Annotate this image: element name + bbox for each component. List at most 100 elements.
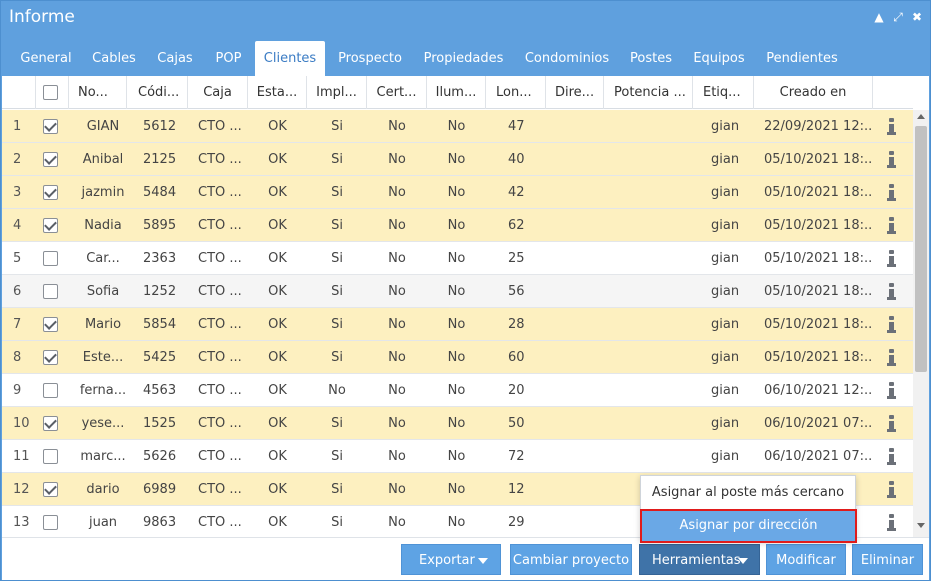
- cell-implementado: Si: [331, 152, 343, 167]
- header-iluminado[interactable]: Ilum...: [427, 76, 486, 109]
- row-checkbox[interactable]: [43, 284, 58, 299]
- herramientas-button[interactable]: Herramientas: [639, 544, 760, 575]
- cambiar-proyecto-button[interactable]: Cambiar proyecto: [510, 544, 632, 575]
- row-checkbox[interactable]: [43, 515, 58, 530]
- cell-creado-en: 06/10/2021 12:...: [764, 383, 873, 398]
- info-icon[interactable]: [887, 349, 896, 366]
- cell-implementado: Si: [331, 119, 343, 134]
- row-checkbox[interactable]: [43, 317, 58, 332]
- header-direccion[interactable]: Dire...: [546, 76, 604, 109]
- grid-scrollbar[interactable]: [913, 110, 929, 537]
- row-checkbox[interactable]: [43, 119, 58, 134]
- exportar-button[interactable]: Exportar: [401, 544, 501, 575]
- tab-bar: General Cables Cajas POP Clientes Prospe…: [1, 41, 930, 76]
- cell-implementado: Si: [331, 416, 343, 431]
- cell-direccion: [546, 242, 604, 275]
- cell-implementado: Si: [331, 350, 343, 365]
- header-creado-en[interactable]: Creado en: [754, 76, 873, 109]
- close-icon[interactable]: ✖: [910, 10, 924, 24]
- table-row[interactable]: 3 jazmin 5484 CTO ... OK Si No No 42 gian 05/10/20…: [2, 176, 913, 209]
- cell-etiqueta: gian: [711, 383, 740, 398]
- table-row[interactable]: 1 GIAN 5612 CTO ... OK Si No No 47 gian 22/09/2021…: [2, 110, 913, 143]
- modificar-button[interactable]: Modificar: [766, 544, 846, 575]
- row-checkbox[interactable]: [43, 251, 58, 266]
- header-caja[interactable]: Caja: [188, 76, 248, 109]
- header-etiqueta[interactable]: Etiq...: [693, 76, 754, 109]
- row-checkbox[interactable]: [43, 185, 58, 200]
- table-row[interactable]: 5 Car... 2363 CTO ... OK Si No No 25 gian 05/10/20…: [2, 242, 913, 275]
- menu-asignar-por-direccion[interactable]: Asignar por dirección: [640, 509, 857, 543]
- cell-direccion: [546, 374, 604, 407]
- cell-iluminado: No: [447, 284, 466, 299]
- info-icon[interactable]: [887, 514, 896, 531]
- info-icon[interactable]: [887, 250, 896, 267]
- collapse-icon[interactable]: ▲: [872, 10, 886, 24]
- table-row[interactable]: 9 ferna... 4563 CTO ... OK No No No 20 gian 06/10/…: [2, 374, 913, 407]
- header-certificado[interactable]: Cert...: [367, 76, 427, 109]
- header-estado[interactable]: Esta...: [248, 76, 307, 109]
- cell-potencia: [604, 275, 693, 308]
- menu-asignar-poste-cercano[interactable]: Asignar al poste más cercano: [641, 477, 855, 509]
- cell-implementado: Si: [331, 515, 343, 530]
- scroll-thumb[interactable]: [915, 126, 927, 372]
- info-icon[interactable]: [887, 481, 896, 498]
- info-icon[interactable]: [887, 448, 896, 465]
- cell-implementado: Si: [331, 185, 343, 200]
- header-nombre[interactable]: No...: [69, 76, 127, 109]
- cell-caja: CTO ...: [198, 350, 242, 365]
- tab-pendientes[interactable]: Pendientes: [759, 41, 845, 76]
- cell-rownum: 1: [13, 119, 22, 134]
- cell-nombre: Mario: [84, 317, 122, 332]
- row-checkbox[interactable]: [43, 449, 58, 464]
- tab-equipos[interactable]: Equipos: [687, 41, 751, 76]
- table-row[interactable]: 7 Mario 5854 CTO ... OK Si No No 28 gian 05/10/202…: [2, 308, 913, 341]
- table-row[interactable]: 6 Sofia 1252 CTO ... OK Si No No 56 gian 05/10/202…: [2, 275, 913, 308]
- header-codigo[interactable]: Códi...: [127, 76, 188, 109]
- tab-condominios[interactable]: Condominios: [517, 41, 617, 76]
- cell-rownum: 4: [13, 218, 22, 233]
- cell-potencia: [604, 110, 693, 143]
- tab-general[interactable]: General: [13, 41, 79, 76]
- table-row[interactable]: 2 Anibal 2125 CTO ... OK Si No No 40 gian 05/10/20…: [2, 143, 913, 176]
- table-row[interactable]: 8 Este... 5425 CTO ... OK Si No No 60 gian 05/10/2…: [2, 341, 913, 374]
- info-icon[interactable]: [887, 151, 896, 168]
- row-checkbox[interactable]: [43, 218, 58, 233]
- tab-cables[interactable]: Cables: [85, 41, 143, 76]
- header-longitud[interactable]: Lon...: [486, 76, 546, 109]
- header-implementado[interactable]: Impl...: [307, 76, 367, 109]
- info-icon[interactable]: [887, 283, 896, 300]
- tab-prospecto[interactable]: Prospecto: [330, 41, 410, 76]
- cell-direccion: [546, 143, 604, 176]
- info-icon[interactable]: [887, 415, 896, 432]
- row-checkbox[interactable]: [43, 152, 58, 167]
- title-bar[interactable]: Informe ▲ ⤢ ✖: [1, 1, 930, 35]
- cell-longitud: 29: [508, 515, 525, 530]
- tab-pop[interactable]: POP: [206, 41, 251, 76]
- table-row[interactable]: 11 marc... 5626 CTO ... OK Si No No 72 gian 06/10/…: [2, 440, 913, 473]
- row-checkbox[interactable]: [43, 416, 58, 431]
- tab-cajas[interactable]: Cajas: [150, 41, 200, 76]
- info-icon[interactable]: [887, 184, 896, 201]
- table-row[interactable]: 4 Nadia 5895 CTO ... OK Si No No 62 gian 05/10/202…: [2, 209, 913, 242]
- row-checkbox[interactable]: [43, 350, 58, 365]
- header-potencia[interactable]: Potencia ...: [604, 76, 693, 109]
- cell-certificado: No: [388, 317, 406, 332]
- eliminar-button[interactable]: Eliminar: [852, 544, 923, 575]
- cell-rownum: 10: [13, 416, 30, 431]
- table-row[interactable]: 10 yese... 1525 CTO ... OK Si No No 50 gian 06/10/…: [2, 407, 913, 440]
- row-checkbox[interactable]: [43, 482, 58, 497]
- tab-clientes[interactable]: Clientes: [255, 41, 325, 76]
- scroll-down-arrow-icon[interactable]: [917, 523, 925, 528]
- expand-icon[interactable]: ⤢: [891, 10, 905, 24]
- header-rownum: [2, 76, 36, 109]
- row-checkbox[interactable]: [43, 383, 58, 398]
- info-icon[interactable]: [887, 316, 896, 333]
- cell-codigo: 1252: [143, 284, 177, 299]
- tab-propiedades[interactable]: Propiedades: [416, 41, 511, 76]
- info-icon[interactable]: [887, 217, 896, 234]
- info-icon[interactable]: [887, 382, 896, 399]
- info-icon[interactable]: [887, 118, 896, 135]
- select-all-checkbox[interactable]: [43, 85, 58, 100]
- scroll-up-arrow-icon[interactable]: [917, 114, 925, 119]
- tab-postes[interactable]: Postes: [623, 41, 679, 76]
